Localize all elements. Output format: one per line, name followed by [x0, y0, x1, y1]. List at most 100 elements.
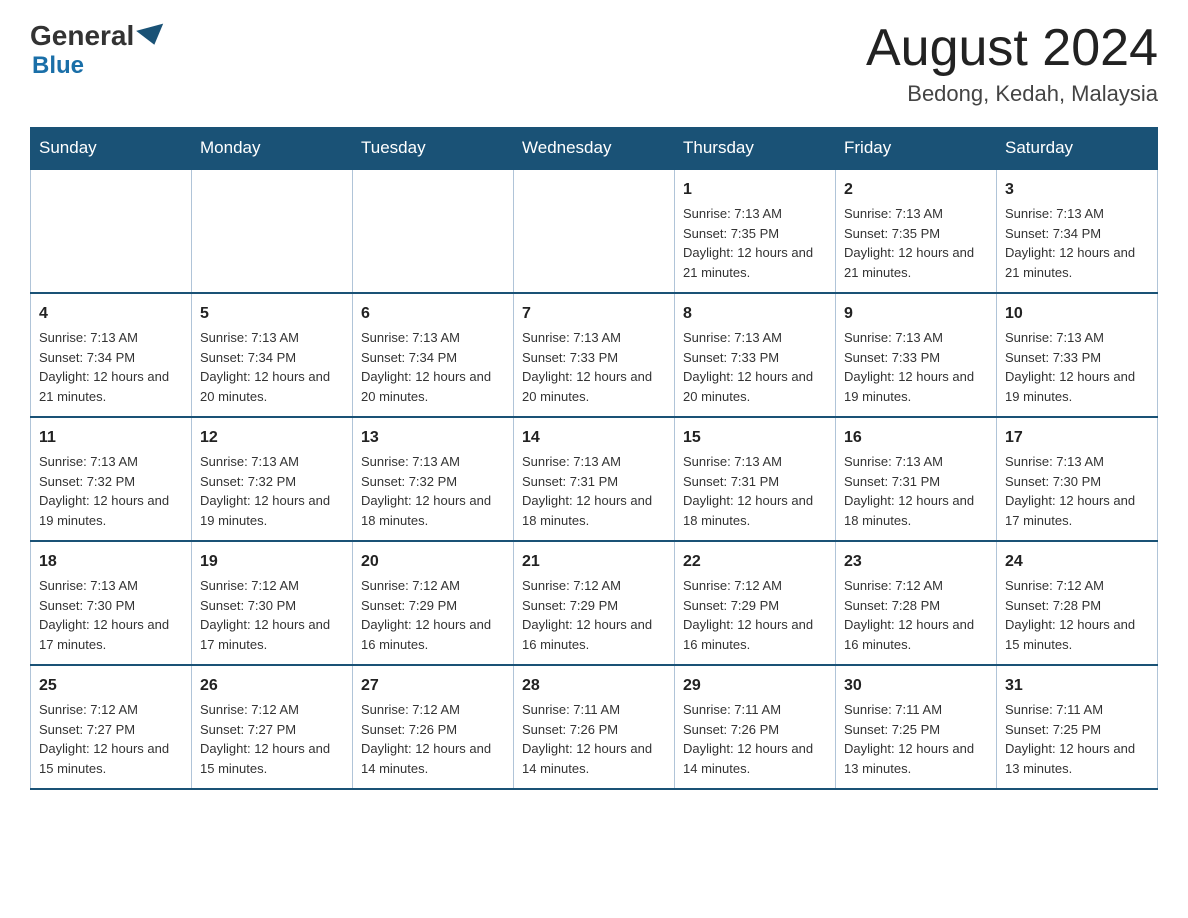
day-info: Daylight: 12 hours and 18 minutes.	[844, 491, 988, 530]
day-info: Daylight: 12 hours and 19 minutes.	[39, 491, 183, 530]
day-info: Daylight: 12 hours and 15 minutes.	[200, 739, 344, 778]
calendar-cell: 8Sunrise: 7:13 AMSunset: 7:33 PMDaylight…	[675, 293, 836, 417]
calendar-cell: 4Sunrise: 7:13 AMSunset: 7:34 PMDaylight…	[31, 293, 192, 417]
calendar-cell: 1Sunrise: 7:13 AMSunset: 7:35 PMDaylight…	[675, 169, 836, 293]
day-info: Sunrise: 7:12 AM	[200, 576, 344, 596]
calendar-cell: 26Sunrise: 7:12 AMSunset: 7:27 PMDayligh…	[192, 665, 353, 789]
day-info: Sunrise: 7:12 AM	[39, 700, 183, 720]
day-number: 20	[361, 550, 505, 574]
day-info: Sunset: 7:32 PM	[361, 472, 505, 492]
day-number: 12	[200, 426, 344, 450]
day-info: Sunset: 7:33 PM	[683, 348, 827, 368]
day-info: Daylight: 12 hours and 18 minutes.	[361, 491, 505, 530]
day-info: Sunset: 7:29 PM	[522, 596, 666, 616]
day-number: 28	[522, 674, 666, 698]
day-number: 25	[39, 674, 183, 698]
day-number: 2	[844, 178, 988, 202]
day-info: Daylight: 12 hours and 14 minutes.	[683, 739, 827, 778]
calendar-cell: 14Sunrise: 7:13 AMSunset: 7:31 PMDayligh…	[514, 417, 675, 541]
day-info: Sunset: 7:32 PM	[39, 472, 183, 492]
day-info: Sunrise: 7:13 AM	[844, 328, 988, 348]
day-number: 30	[844, 674, 988, 698]
day-info: Sunrise: 7:11 AM	[522, 700, 666, 720]
day-info: Sunrise: 7:13 AM	[39, 452, 183, 472]
day-info: Sunset: 7:25 PM	[844, 720, 988, 740]
day-info: Daylight: 12 hours and 18 minutes.	[522, 491, 666, 530]
day-number: 24	[1005, 550, 1149, 574]
calendar-week-row: 4Sunrise: 7:13 AMSunset: 7:34 PMDaylight…	[31, 293, 1158, 417]
day-info: Daylight: 12 hours and 15 minutes.	[1005, 615, 1149, 654]
calendar-cell: 6Sunrise: 7:13 AMSunset: 7:34 PMDaylight…	[353, 293, 514, 417]
day-number: 8	[683, 302, 827, 326]
day-number: 5	[200, 302, 344, 326]
day-info: Sunrise: 7:13 AM	[522, 452, 666, 472]
day-info: Daylight: 12 hours and 19 minutes.	[200, 491, 344, 530]
day-info: Sunset: 7:32 PM	[200, 472, 344, 492]
day-info: Daylight: 12 hours and 20 minutes.	[200, 367, 344, 406]
calendar-cell: 7Sunrise: 7:13 AMSunset: 7:33 PMDaylight…	[514, 293, 675, 417]
day-info: Sunrise: 7:12 AM	[844, 576, 988, 596]
day-info: Sunset: 7:34 PM	[361, 348, 505, 368]
calendar-table: SundayMondayTuesdayWednesdayThursdayFrid…	[30, 127, 1158, 790]
day-of-week-header: Tuesday	[353, 128, 514, 170]
day-info: Sunset: 7:30 PM	[200, 596, 344, 616]
day-info: Sunset: 7:27 PM	[39, 720, 183, 740]
day-info: Sunrise: 7:12 AM	[361, 700, 505, 720]
day-info: Sunrise: 7:13 AM	[200, 328, 344, 348]
logo-blue-text: Blue	[32, 52, 84, 80]
day-number: 14	[522, 426, 666, 450]
logo: General Blue	[30, 20, 166, 80]
day-info: Sunrise: 7:11 AM	[683, 700, 827, 720]
day-number: 13	[361, 426, 505, 450]
day-info: Daylight: 12 hours and 14 minutes.	[361, 739, 505, 778]
day-info: Daylight: 12 hours and 13 minutes.	[1005, 739, 1149, 778]
day-info: Daylight: 12 hours and 18 minutes.	[683, 491, 827, 530]
day-info: Sunset: 7:29 PM	[683, 596, 827, 616]
title-block: August 2024 Bedong, Kedah, Malaysia	[866, 20, 1158, 107]
calendar-cell: 17Sunrise: 7:13 AMSunset: 7:30 PMDayligh…	[997, 417, 1158, 541]
day-number: 23	[844, 550, 988, 574]
day-info: Sunrise: 7:11 AM	[844, 700, 988, 720]
calendar-cell: 20Sunrise: 7:12 AMSunset: 7:29 PMDayligh…	[353, 541, 514, 665]
day-info: Daylight: 12 hours and 19 minutes.	[844, 367, 988, 406]
day-info: Sunrise: 7:13 AM	[522, 328, 666, 348]
day-number: 6	[361, 302, 505, 326]
calendar-week-row: 18Sunrise: 7:13 AMSunset: 7:30 PMDayligh…	[31, 541, 1158, 665]
day-info: Sunrise: 7:13 AM	[1005, 452, 1149, 472]
logo-arrow-icon	[136, 24, 168, 49]
day-info: Daylight: 12 hours and 16 minutes.	[683, 615, 827, 654]
day-info: Daylight: 12 hours and 16 minutes.	[844, 615, 988, 654]
day-number: 26	[200, 674, 344, 698]
day-info: Daylight: 12 hours and 20 minutes.	[361, 367, 505, 406]
day-info: Sunrise: 7:13 AM	[683, 204, 827, 224]
calendar-week-row: 11Sunrise: 7:13 AMSunset: 7:32 PMDayligh…	[31, 417, 1158, 541]
day-info: Daylight: 12 hours and 21 minutes.	[39, 367, 183, 406]
day-info: Sunset: 7:35 PM	[844, 224, 988, 244]
day-info: Daylight: 12 hours and 20 minutes.	[522, 367, 666, 406]
calendar-cell: 24Sunrise: 7:12 AMSunset: 7:28 PMDayligh…	[997, 541, 1158, 665]
calendar-cell: 27Sunrise: 7:12 AMSunset: 7:26 PMDayligh…	[353, 665, 514, 789]
calendar-cell: 12Sunrise: 7:13 AMSunset: 7:32 PMDayligh…	[192, 417, 353, 541]
day-info: Sunset: 7:33 PM	[844, 348, 988, 368]
day-of-week-header: Wednesday	[514, 128, 675, 170]
calendar-cell: 2Sunrise: 7:13 AMSunset: 7:35 PMDaylight…	[836, 169, 997, 293]
day-number: 17	[1005, 426, 1149, 450]
day-number: 31	[1005, 674, 1149, 698]
calendar-cell: 19Sunrise: 7:12 AMSunset: 7:30 PMDayligh…	[192, 541, 353, 665]
day-of-week-header: Friday	[836, 128, 997, 170]
day-info: Sunrise: 7:13 AM	[361, 328, 505, 348]
page-header: General Blue August 2024 Bedong, Kedah, …	[30, 20, 1158, 107]
day-info: Sunrise: 7:13 AM	[844, 204, 988, 224]
day-number: 9	[844, 302, 988, 326]
day-info: Sunset: 7:31 PM	[522, 472, 666, 492]
calendar-cell: 13Sunrise: 7:13 AMSunset: 7:32 PMDayligh…	[353, 417, 514, 541]
day-info: Daylight: 12 hours and 17 minutes.	[200, 615, 344, 654]
day-info: Sunrise: 7:13 AM	[200, 452, 344, 472]
day-info: Daylight: 12 hours and 16 minutes.	[361, 615, 505, 654]
day-number: 21	[522, 550, 666, 574]
day-info: Sunrise: 7:13 AM	[844, 452, 988, 472]
day-info: Sunset: 7:25 PM	[1005, 720, 1149, 740]
calendar-cell	[514, 169, 675, 293]
calendar-cell: 21Sunrise: 7:12 AMSunset: 7:29 PMDayligh…	[514, 541, 675, 665]
day-info: Daylight: 12 hours and 14 minutes.	[522, 739, 666, 778]
